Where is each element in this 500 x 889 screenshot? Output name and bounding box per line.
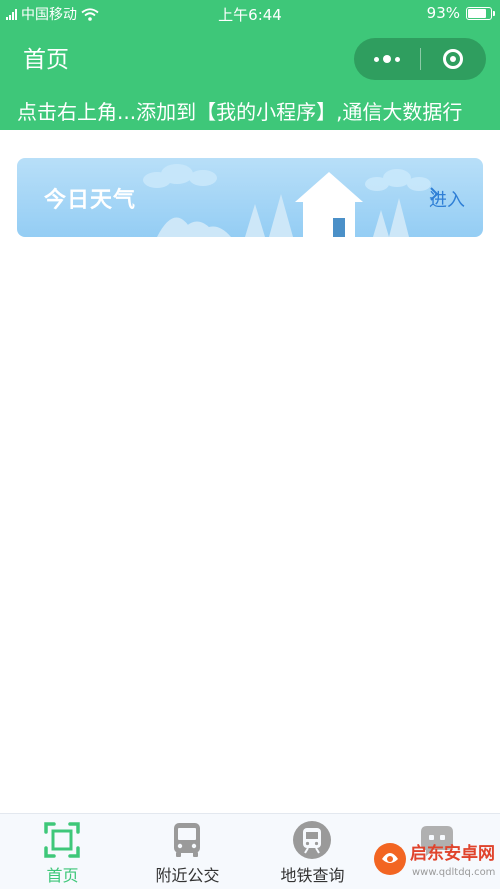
close-button[interactable] [421, 38, 487, 80]
chevron-right-icon [430, 187, 439, 201]
bus-icon [174, 823, 200, 857]
status-bar: 中国移动 上午6:44 93% [0, 0, 500, 28]
status-time: 上午6:44 [218, 6, 282, 24]
weather-enter-link[interactable]: 进入 [429, 186, 465, 212]
svg-text:www.qdltdq.com: www.qdltdq.com [412, 867, 495, 878]
status-right: 93% [426, 4, 495, 22]
tab-home[interactable]: 首页 [0, 814, 125, 889]
tab-nearby-bus[interactable]: 附近公交 [125, 814, 250, 889]
close-target-icon [443, 49, 464, 69]
more-dots-icon [373, 55, 400, 63]
watermark-logo: 启东安卓网 www.qdltdq.com [374, 843, 495, 878]
page-title: 首页 [23, 47, 69, 73]
app-screen: 中国移动 上午6:44 93% 首页 点击右上角...添加到【我的小程序】,通信… [0, 0, 500, 889]
weather-title: 今日天气 [44, 188, 137, 213]
scan-frame-icon [44, 822, 80, 858]
weather-card[interactable]: 今日天气 进入 [17, 158, 483, 237]
tab-subway-label: 地铁查询 [280, 866, 345, 885]
svg-text:启东安卓网: 启东安卓网 [410, 843, 495, 864]
tab-nearby-bus-label: 附近公交 [155, 866, 220, 885]
notice-marquee: 点击右上角...添加到【我的小程序】,通信大数据行 [17, 100, 463, 124]
capsule-menu [354, 38, 486, 80]
header: 中国移动 上午6:44 93% 首页 点击右上角...添加到【我的小程序】,通信… [0, 0, 500, 130]
tab-home-label: 首页 [46, 866, 79, 885]
more-button[interactable] [354, 38, 420, 80]
battery-icon [466, 6, 495, 20]
battery-fill [468, 8, 486, 18]
battery-percent: 93% [426, 4, 460, 22]
subway-icon [293, 821, 331, 859]
tab-subway[interactable]: 地铁查询 [250, 814, 375, 889]
